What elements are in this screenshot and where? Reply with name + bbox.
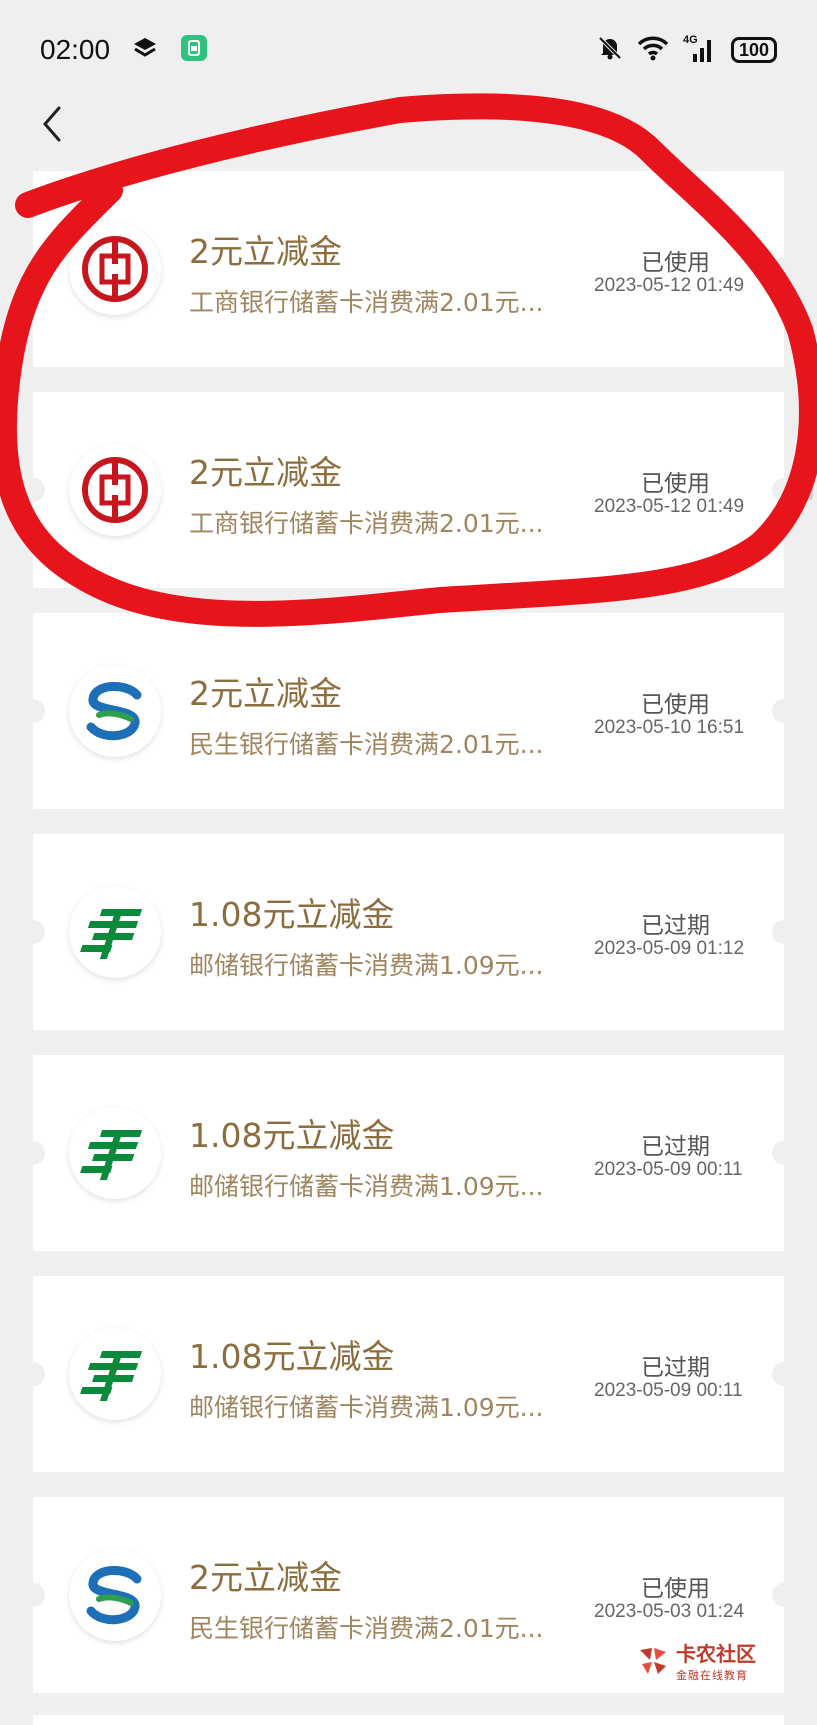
ticket-notch (21, 1362, 45, 1386)
ticket-notch (772, 257, 796, 281)
coupon-card[interactable]: 1.08元立减金 邮储银行储蓄卡消费满1.09元... 已过期 2023-05-… (21, 1055, 796, 1251)
coupon-title: 1.08元立减金 (189, 1116, 395, 1155)
coupon-time: 2023-05-12 01:49 (594, 275, 745, 296)
ticket-notch (21, 257, 45, 281)
watermark-sub: 金融在线教育 (676, 1669, 748, 1682)
coupon-time: 2023-05-12 01:49 (594, 496, 745, 517)
coupon-time: 2023-05-10 16:51 (594, 717, 745, 738)
coupon-description: 民生银行储蓄卡消费满2.01元... (189, 730, 544, 759)
watermark: 卡农社区 金融在线教育 (636, 1638, 756, 1683)
ticket-notch (772, 478, 796, 502)
coupon-status: 已使用 (641, 250, 710, 276)
coupon-status: 已使用 (641, 1576, 710, 1602)
cmbc-logo-icon (69, 1549, 161, 1641)
coupon-card[interactable]: 2元立减金 工商银行储蓄卡消费满2.01元... 已使用 2023-05-12 … (21, 171, 796, 367)
battery-icon: 100 (730, 37, 777, 63)
watermark-main: 卡农社区 (676, 1642, 756, 1666)
ticket-notch (772, 699, 796, 723)
cellular-signal-icon: 4G (683, 34, 717, 64)
coupon-description: 工商银行储蓄卡消费满2.01元... (189, 288, 544, 317)
coupon-title: 2元立减金 (189, 1558, 342, 1597)
ticket-notch (21, 920, 45, 944)
status-left: 02:00 (40, 34, 208, 66)
ticket-notch (772, 920, 796, 944)
ticket-notch (772, 1362, 796, 1386)
coupon-description: 邮储银行储蓄卡消费满1.09元... (189, 1172, 544, 1201)
coupon-card[interactable]: 1.08元立减金 邮储银行储蓄卡消费满1.09元... 已过期 2023-05-… (21, 1276, 796, 1472)
coupon-description: 邮储银行储蓄卡消费满1.09元... (189, 1393, 544, 1422)
psbc-logo-icon (69, 1328, 161, 1420)
chevron-left-icon (43, 106, 61, 142)
coupon-status: 已过期 (641, 1355, 710, 1381)
coupon-list: 2元立减金 工商银行储蓄卡消费满2.01元... 已使用 2023-05-12 … (21, 171, 796, 1718)
watermark-text: 卡农社区 金融在线教育 (676, 1638, 756, 1683)
coupon-status: 已使用 (641, 471, 710, 497)
coupon-title: 1.08元立减金 (189, 1337, 395, 1376)
ticket-notch (21, 699, 45, 723)
coupon-status: 已过期 (641, 913, 710, 939)
kanong-logo-icon (640, 1647, 666, 1674)
coupon-time: 2023-05-09 01:12 (594, 938, 745, 959)
back-button[interactable] (24, 96, 80, 152)
ticket-notch (772, 1141, 796, 1165)
coupon-title: 2元立减金 (189, 453, 342, 492)
ticket-notch (21, 478, 45, 502)
coupon-card[interactable]: 1.08元立减金 邮储银行储蓄卡消费满1.09元... 已过期 2023-05-… (21, 834, 796, 1030)
coupon-status: 已使用 (641, 692, 710, 718)
coupon-title: 1.08元立减金 (189, 895, 395, 934)
cmbc-logo-icon (69, 665, 161, 757)
wifi-icon (637, 35, 669, 65)
coupon-description: 民生银行储蓄卡消费满2.01元... (189, 1614, 544, 1643)
layers-icon (132, 35, 158, 65)
psbc-logo-icon (69, 886, 161, 978)
status-bar: 02:00 4G 100 (0, 0, 817, 100)
coupon-time: 2023-05-09 00:11 (594, 1159, 743, 1180)
ticket-notch (21, 1583, 45, 1607)
icbc-logo-icon (69, 444, 161, 536)
coupon-description: 邮储银行储蓄卡消费满1.09元... (189, 951, 544, 980)
coupon-title: 2元立减金 (189, 674, 342, 713)
coupon-time: 2023-05-03 01:24 (594, 1601, 745, 1622)
coupon-time: 2023-05-09 00:11 (594, 1380, 743, 1401)
coupon-card[interactable]: 2元立减金 工商银行储蓄卡消费满2.01元... 已使用 2023-05-12 … (21, 392, 796, 588)
coupon-title: 2元立减金 (189, 232, 342, 271)
bell-off-icon (597, 35, 623, 65)
app-notification-icon (180, 34, 208, 66)
coupon-description: 工商银行储蓄卡消费满2.01元... (189, 509, 544, 538)
ticket-notch (21, 1141, 45, 1165)
next-coupon-card-edge (33, 1715, 784, 1725)
psbc-logo-icon (69, 1107, 161, 1199)
icbc-logo-icon (69, 223, 161, 315)
clock: 02:00 (40, 34, 111, 65)
scrollbar[interactable] (807, 400, 813, 500)
ticket-notch (772, 1583, 796, 1607)
coupon-status: 已过期 (641, 1134, 710, 1160)
status-right: 4G 100 (597, 34, 777, 65)
coupon-card[interactable]: 2元立减金 民生银行储蓄卡消费满2.01元... 已使用 2023-05-10 … (21, 613, 796, 809)
